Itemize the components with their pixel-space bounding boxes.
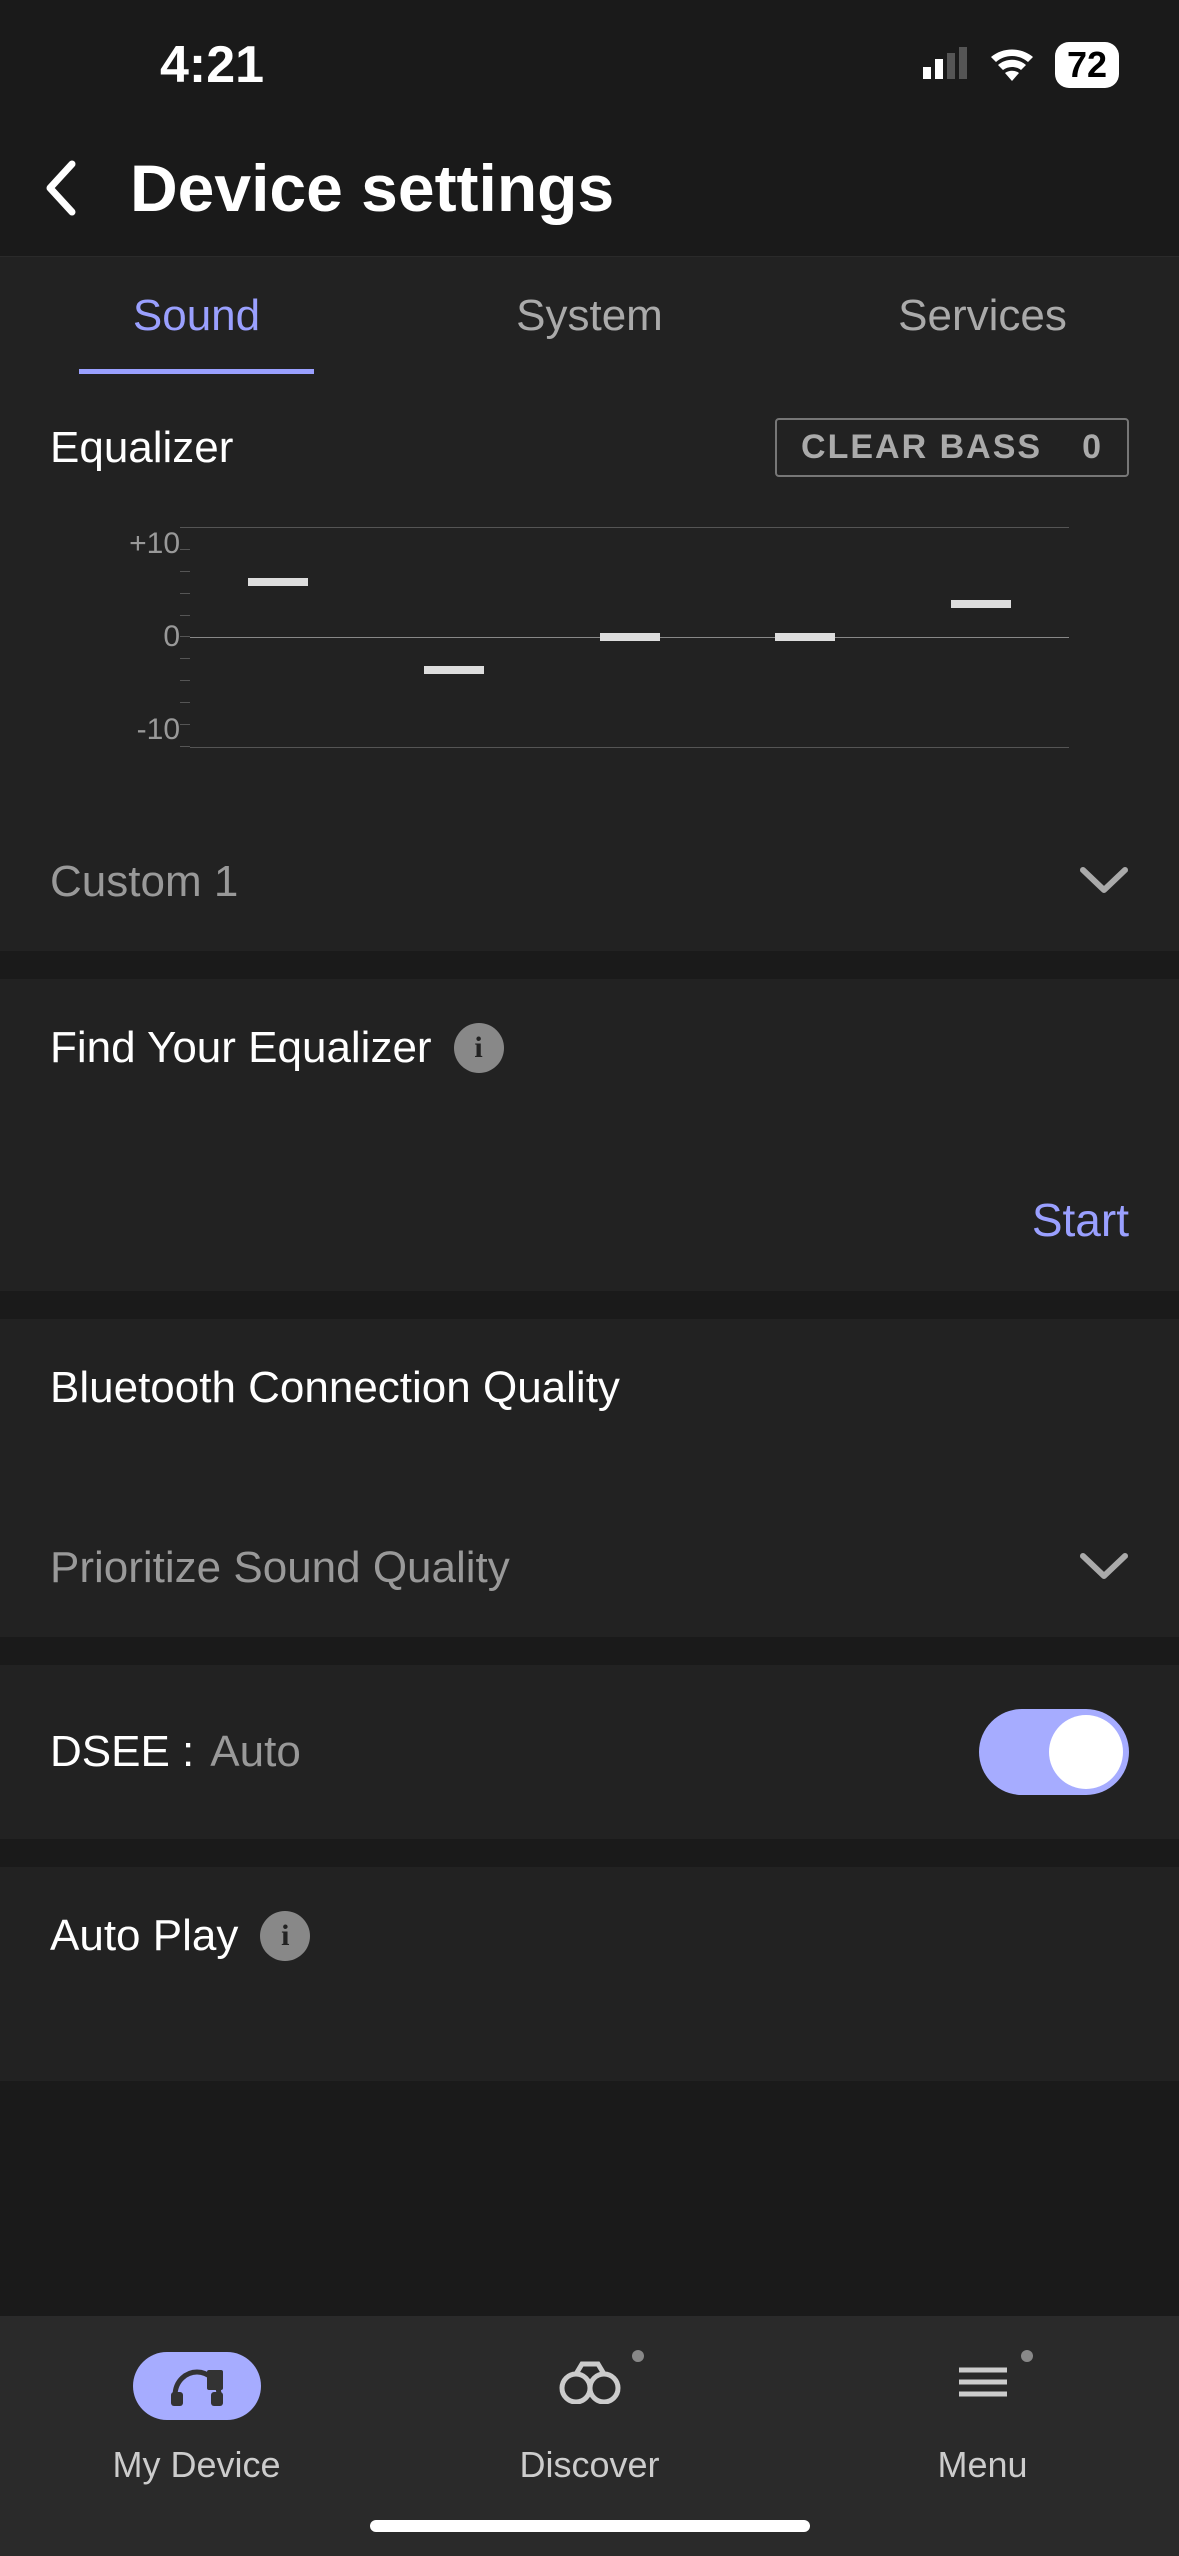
find-equalizer-title: Find Your Equalizer bbox=[50, 1023, 432, 1073]
nav-my-device[interactable]: My Device bbox=[0, 2346, 393, 2556]
tab-system[interactable]: System bbox=[393, 257, 786, 374]
notification-dot bbox=[1021, 2350, 1033, 2362]
home-indicator[interactable] bbox=[370, 2520, 810, 2532]
eq-band-marker[interactable] bbox=[600, 633, 660, 641]
eq-band-marker[interactable] bbox=[951, 600, 1011, 608]
bluetooth-quality-title: Bluetooth Connection Quality bbox=[50, 1363, 1129, 1413]
tab-services[interactable]: Services bbox=[786, 257, 1179, 374]
start-button[interactable]: Start bbox=[1032, 1193, 1129, 1247]
auto-play-section: Auto Play i bbox=[0, 1867, 1179, 2081]
equalizer-chart[interactable]: +10 0 -10 bbox=[50, 527, 1129, 747]
tab-label: Sound bbox=[133, 291, 260, 341]
equalizer-title: Equalizer bbox=[50, 423, 233, 473]
chevron-left-icon bbox=[42, 160, 78, 216]
equalizer-section: Equalizer CLEAR BASS 0 +10 0 -10 Custom … bbox=[0, 374, 1179, 951]
notification-dot bbox=[632, 2350, 644, 2362]
back-button[interactable] bbox=[30, 158, 90, 218]
info-icon[interactable]: i bbox=[454, 1023, 504, 1073]
clear-bass-badge[interactable]: CLEAR BASS 0 bbox=[775, 418, 1129, 477]
cellular-icon bbox=[923, 47, 969, 84]
auto-play-title: Auto Play bbox=[50, 1911, 238, 1961]
equalizer-preset-row[interactable]: Custom 1 bbox=[50, 857, 1129, 907]
tab-label: Services bbox=[898, 291, 1067, 341]
status-indicators: 72 bbox=[923, 42, 1119, 88]
menu-icon bbox=[955, 2362, 1011, 2411]
dsee-toggle[interactable] bbox=[979, 1709, 1129, 1795]
chevron-down-icon bbox=[1079, 857, 1129, 907]
clear-bass-value: 0 bbox=[1082, 428, 1103, 467]
page-header: Device settings bbox=[0, 130, 1179, 256]
headphones-icon bbox=[133, 2352, 261, 2420]
eq-band-marker[interactable] bbox=[248, 578, 308, 586]
ytick: +10 bbox=[129, 527, 180, 561]
dsee-value: Auto bbox=[210, 1727, 301, 1777]
bluetooth-quality-section: Bluetooth Connection Quality Prioritize … bbox=[0, 1319, 1179, 1637]
nav-menu[interactable]: Menu bbox=[786, 2346, 1179, 2556]
tab-sound[interactable]: Sound bbox=[0, 257, 393, 374]
chevron-down-icon bbox=[1079, 1543, 1129, 1593]
eq-band-marker[interactable] bbox=[424, 666, 484, 674]
eq-band-marker[interactable] bbox=[775, 633, 835, 641]
ytick: -10 bbox=[137, 713, 180, 747]
wifi-icon bbox=[987, 45, 1037, 86]
tab-label: System bbox=[516, 291, 663, 341]
nav-label: Discover bbox=[519, 2444, 659, 2486]
tabs: Sound System Services bbox=[0, 256, 1179, 374]
preset-name: Custom 1 bbox=[50, 857, 238, 907]
page-title: Device settings bbox=[130, 150, 614, 226]
binoculars-icon bbox=[558, 2360, 622, 2413]
bluetooth-quality-value: Prioritize Sound Quality bbox=[50, 1543, 510, 1593]
find-equalizer-section: Find Your Equalizer i Start bbox=[0, 979, 1179, 1291]
status-time: 4:21 bbox=[160, 35, 264, 95]
clear-bass-label: CLEAR BASS bbox=[801, 428, 1042, 467]
bluetooth-quality-row[interactable]: Prioritize Sound Quality bbox=[50, 1543, 1129, 1593]
battery-level: 72 bbox=[1055, 42, 1119, 88]
chart-y-labels: +10 0 -10 bbox=[80, 527, 180, 747]
nav-label: Menu bbox=[937, 2444, 1027, 2486]
nav-label: My Device bbox=[112, 2444, 280, 2486]
info-icon[interactable]: i bbox=[260, 1911, 310, 1961]
ytick: 0 bbox=[163, 620, 180, 654]
dsee-section: DSEE : Auto bbox=[0, 1665, 1179, 1839]
dsee-label: DSEE : bbox=[50, 1727, 194, 1777]
status-bar: 4:21 72 bbox=[0, 0, 1179, 130]
